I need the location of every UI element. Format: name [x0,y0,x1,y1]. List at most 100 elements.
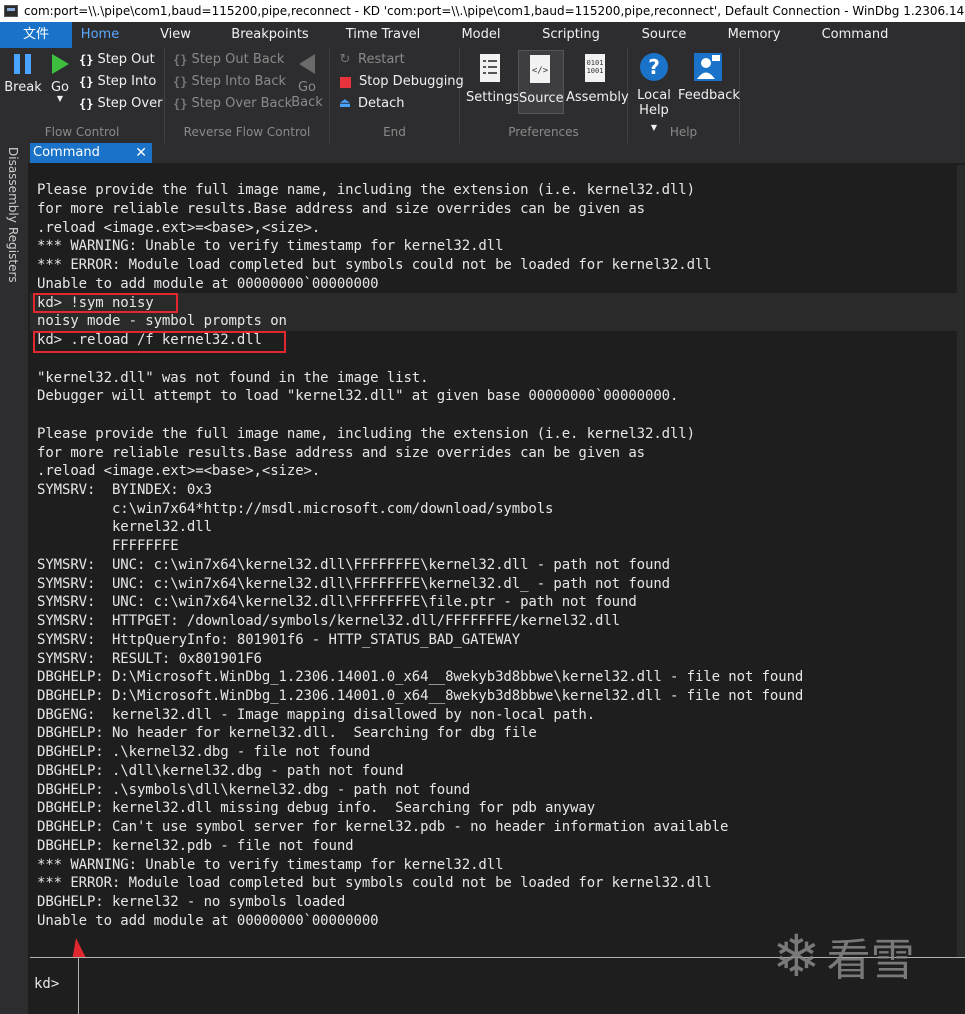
local-help-button[interactable]: ? Local Help ▼ [636,52,672,135]
assembly-binary-icon: 0101 1001 [585,54,605,82]
output-line: Please provide the full image name, incl… [37,426,695,442]
step-out-back-button[interactable]: {} Step Out Back [173,50,284,70]
sidebar-tab-registers[interactable]: Registers [6,227,20,283]
tab-breakpoints[interactable]: Breakpoints [223,22,317,48]
output-line: DBGHELP: D:\Microsoft.WinDbg_1.2306.1400… [37,669,804,685]
play-back-icon [299,54,315,74]
tab-command-window[interactable]: Command ✕ [30,143,152,163]
output-line: .reload <image.ext>=<base>,<size>. [37,463,321,479]
restart-button[interactable]: ↻ Restart [338,50,405,70]
output-line: DBGHELP: kernel32.pdb - file not found [37,838,354,854]
output-scrollbar[interactable] [957,165,965,957]
windbg-app-icon [4,5,18,17]
play-icon [52,54,69,74]
local-help-label-line2: Help [639,103,669,118]
output-line: Please provide the full image name, incl… [37,182,695,198]
group-label-help: Help [669,125,698,139]
command-panel-header: Command ✕ [28,143,965,163]
tab-view[interactable]: View [128,22,223,48]
local-help-label-line1: Local [637,88,671,103]
output-line: kernel32.dll [37,519,212,535]
step-over-back-label: Step Over Back [191,96,293,111]
step-over-back-icon: {} [173,97,188,111]
help-question-icon: ? [640,53,668,81]
sidebar-tab-disassembly[interactable]: Disassembly [6,147,20,223]
step-out-back-label: Step Out Back [191,52,285,67]
break-button[interactable]: Break [4,52,42,95]
close-icon[interactable]: ✕ [135,143,147,163]
source-label: Source [519,91,564,106]
command-prompt: kd> [34,976,60,992]
step-out-button[interactable]: {} Step Out [79,50,155,70]
output-line: Unable to add module at 00000000`0000000… [37,913,379,929]
output-line: SYMSRV: RESULT: 0x801901F6 [37,651,262,667]
step-out-icon: {} [79,53,94,67]
watermark-text: 看雪 [826,935,915,986]
tab-home[interactable]: Home [72,22,128,48]
break-label: Break [4,80,42,95]
output-line: DBGHELP: .\dll\kernel32.dbg - path not f… [37,763,404,779]
go-back-button[interactable]: Go Back [289,52,325,110]
output-line: *** WARNING: Unable to verify timestamp … [37,238,504,254]
group-label-reverse-flow-control: Reverse Flow Control [183,125,311,139]
feedback-label: Feedback [678,88,740,103]
detach-button[interactable]: ⏏ Detach [338,94,405,114]
step-into-back-button[interactable]: {} Step Into Back [173,72,286,92]
step-into-button[interactable]: {} Step Into [79,72,156,92]
output-line: DBGHELP: kernel32 - no symbols loaded [37,894,346,910]
tab-source[interactable]: Source [629,22,699,48]
group-help: ? Local Help ▼ Feedback Help [628,48,740,143]
tab-command[interactable]: Command [809,22,901,48]
assembly-button[interactable]: 0101 1001 Assembly [566,52,629,105]
tab-scripting[interactable]: Scripting [513,22,629,48]
source-button[interactable]: </> Source [518,50,564,114]
group-label-flow-control: Flow Control [44,125,120,139]
step-over-button[interactable]: {} Step Over [79,94,162,114]
step-over-back-button[interactable]: {} Step Over Back [173,94,292,114]
highlight-box-sym-noisy [33,293,178,313]
ribbon: Break Go ▼ {} Step Out {} Step Into {} S… [0,48,965,144]
group-reverse-flow-control: {} Step Out Back {} Step Into Back {} St… [165,48,330,143]
group-preferences: Settings </> Source 0101 1001 Assembly P… [460,48,629,143]
assembly-label: Assembly [566,90,629,105]
output-line: DBGHELP: .\kernel32.dbg - file not found [37,744,371,760]
output-line: Unable to add module at 00000000`0000000… [37,276,379,292]
output-line: *** WARNING: Unable to verify timestamp … [37,857,504,873]
group-label-end: End [383,125,406,139]
output-line: DBGENG: kernel32.dll - Image mapping dis… [37,707,596,723]
output-line: for more reliable results.Base address a… [37,201,645,217]
output-line: "kernel32.dll" was not found in the imag… [37,370,429,386]
svg-text:1001: 1001 [587,67,604,75]
source-code-icon: </> [530,55,550,83]
restart-label: Restart [358,52,405,67]
settings-label: Settings [466,90,520,105]
tab-model[interactable]: Model [449,22,513,48]
restart-icon: ↻ [339,52,351,67]
output-line: SYMSRV: HTTPGET: /download/symbols/kerne… [37,613,621,629]
go-dropdown-icon[interactable]: ▼ [46,95,74,103]
stop-debugging-button[interactable]: Stop Debugging [338,72,464,92]
svg-text:</>: </> [532,66,549,76]
output-line: DBGHELP: .\symbols\dll\kernel32.dbg - pa… [37,782,471,798]
step-over-label: Step Over [97,96,163,111]
output-line: .reload <image.ext>=<base>,<size>. [37,220,321,236]
output-line: FFFFFFFE [37,538,179,554]
output-line: DBGHELP: kernel32.dll missing debug info… [37,800,596,816]
group-flow-control: Break Go ▼ {} Step Out {} Step Into {} S… [0,48,165,143]
group-label-preferences: Preferences [508,125,579,139]
tab-file[interactable]: 文件 [0,22,72,48]
step-into-back-icon: {} [173,75,188,89]
go-label: Go [50,80,70,95]
command-output[interactable]: Please provide the full image name, incl… [30,165,965,957]
tab-time-travel[interactable]: Time Travel [317,22,449,48]
group-end: ↻ Restart Stop Debugging ⏏ Detach End [330,48,464,143]
output-line: noisy mode - symbol prompts on [37,313,287,329]
tab-memory[interactable]: Memory [699,22,809,48]
pause-icon [14,54,31,74]
go-button[interactable]: Go ▼ [46,52,74,103]
feedback-button[interactable]: Feedback [678,52,740,103]
stop-debugging-label: Stop Debugging [359,74,464,89]
svg-text:?: ? [648,55,660,79]
output-line: DBGHELP: D:\Microsoft.WinDbg_1.2306.1400… [37,688,804,704]
settings-button[interactable]: Settings [466,52,520,105]
